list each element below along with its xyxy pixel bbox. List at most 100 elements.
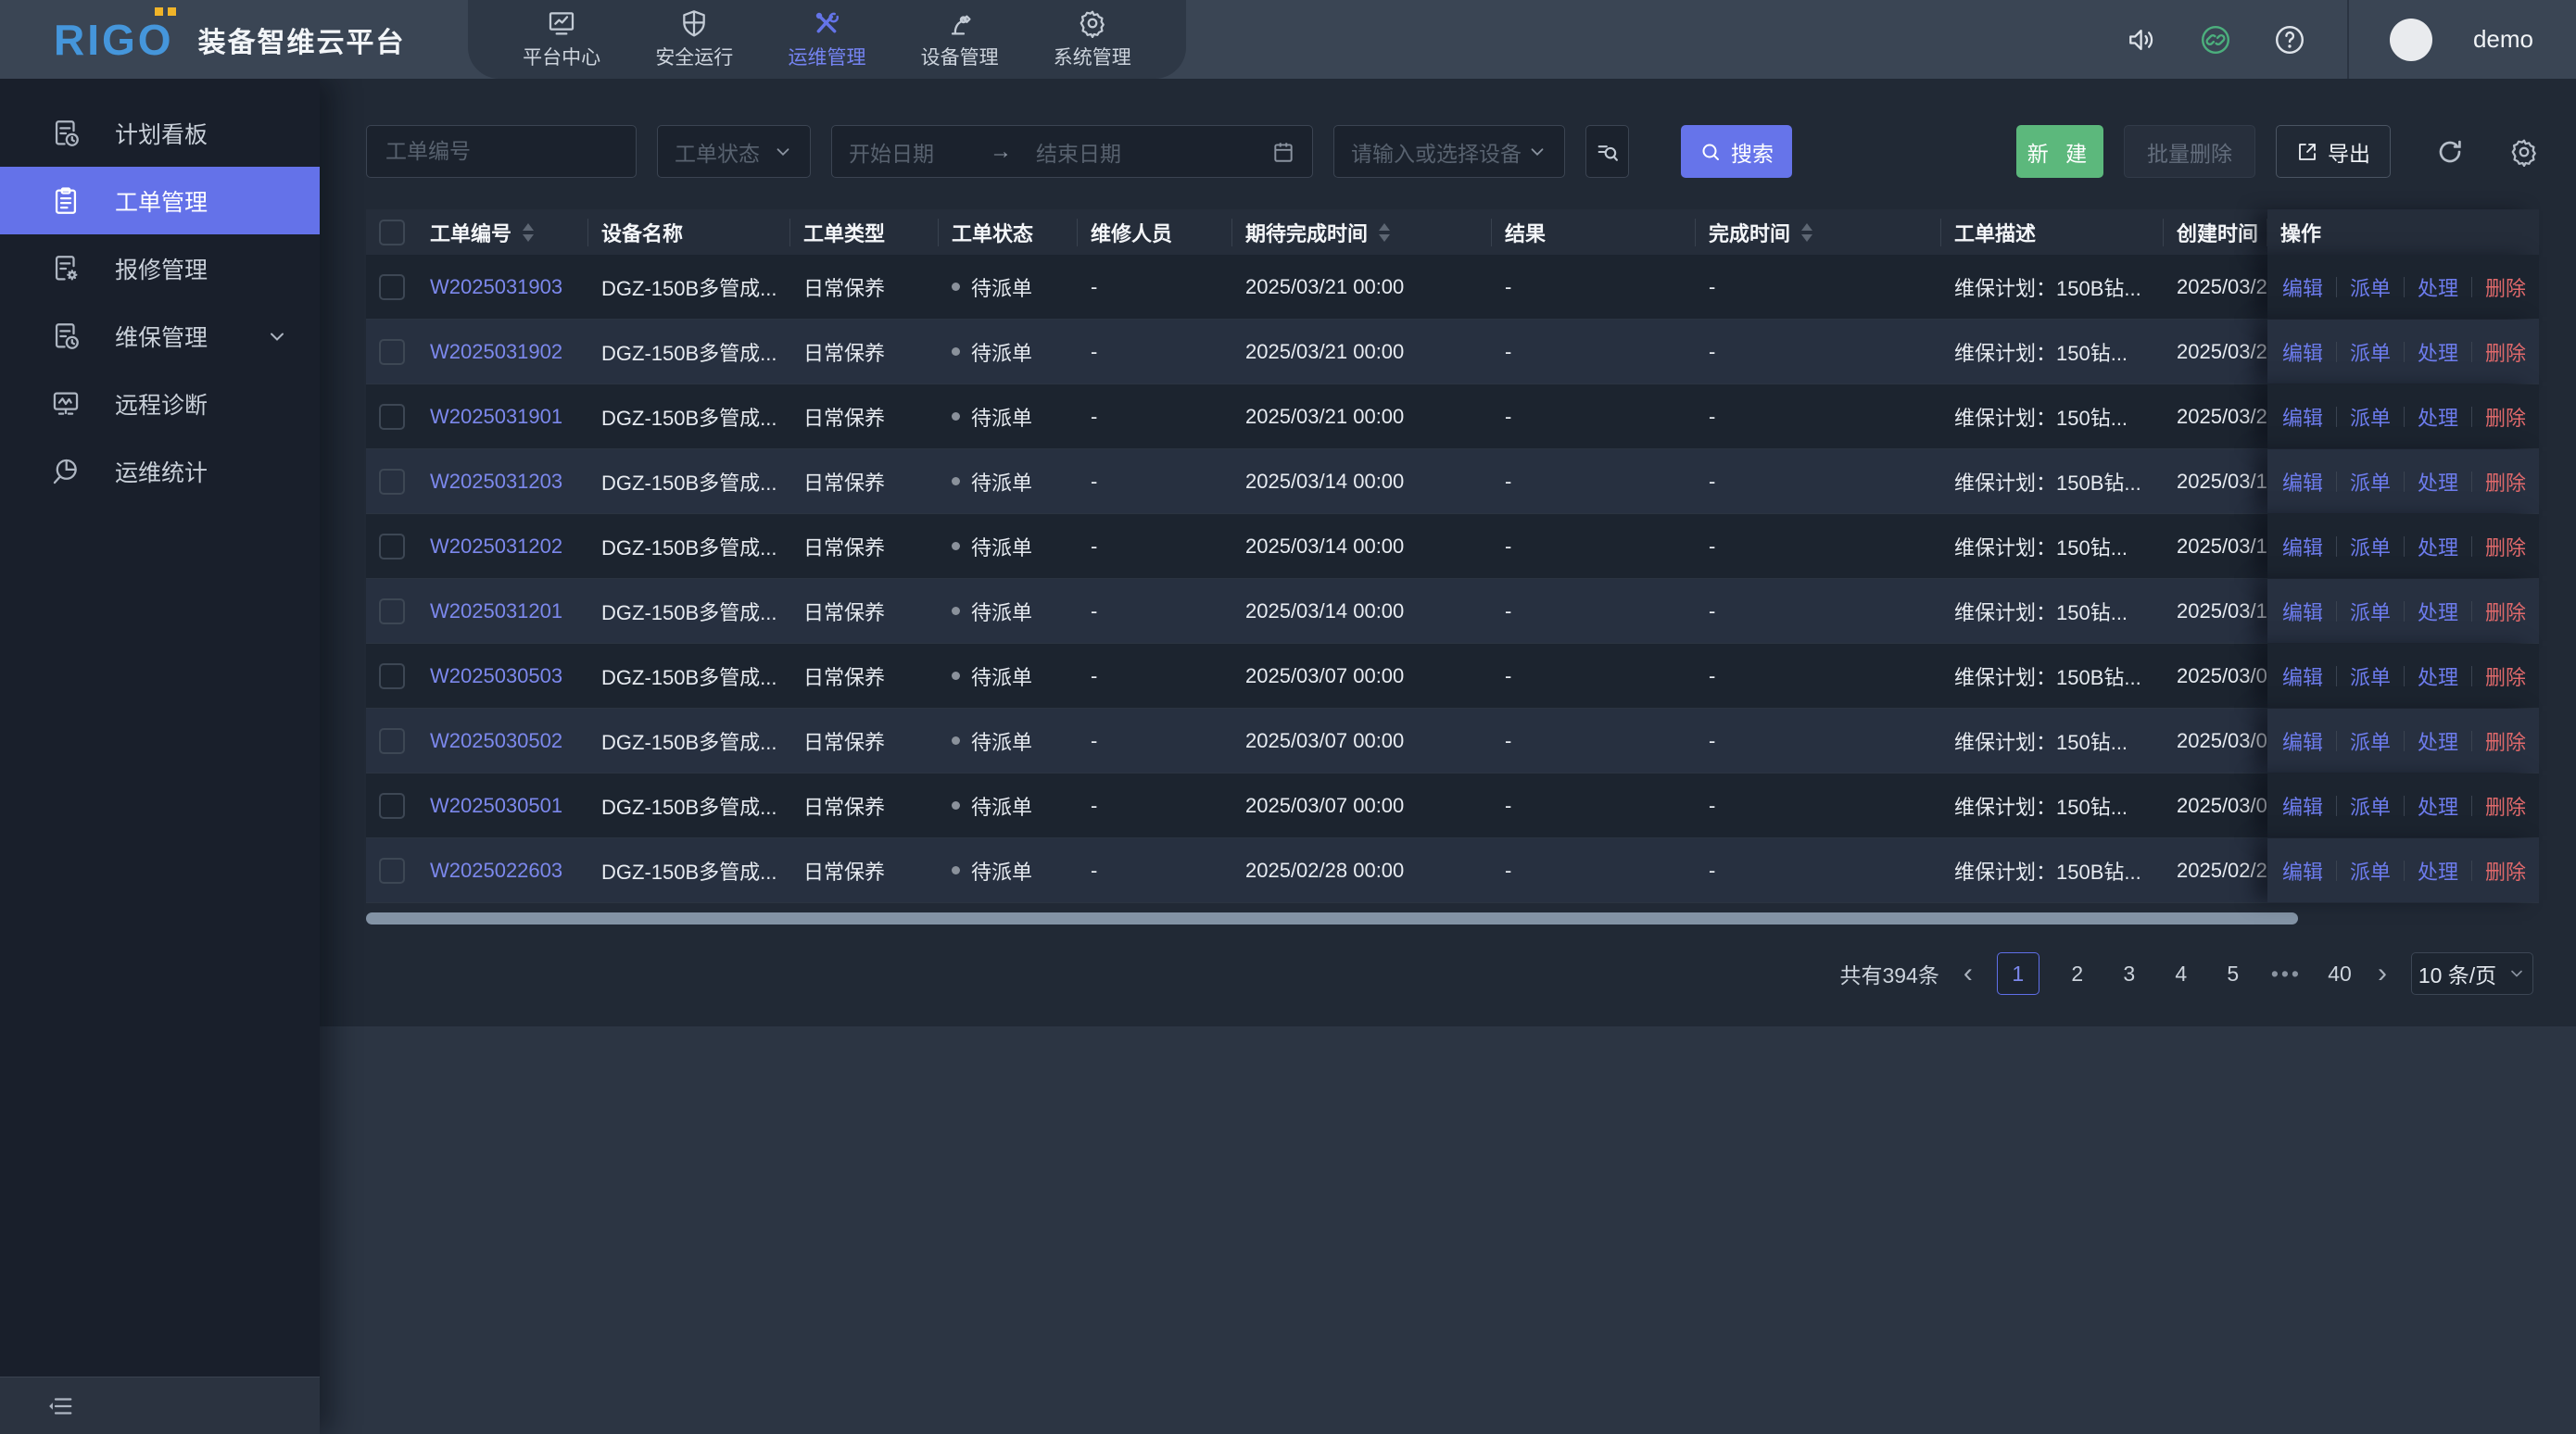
sort-icon[interactable]	[523, 223, 534, 242]
dispatch-link[interactable]: 派单	[2337, 532, 2404, 561]
process-link[interactable]: 处理	[2405, 402, 2471, 432]
sort-icon[interactable]	[1801, 223, 1812, 242]
order-status-select[interactable]: 工单状态	[657, 125, 811, 178]
top-nav-item-2[interactable]: 安全运行	[655, 8, 733, 70]
process-link[interactable]: 处理	[2405, 661, 2471, 691]
delete-link[interactable]: 删除	[2472, 467, 2539, 497]
row-checkbox[interactable]	[379, 858, 405, 884]
device-select[interactable]: 请输入或选择设备	[1333, 125, 1565, 178]
dispatch-link[interactable]: 派单	[2337, 726, 2404, 756]
order-id-link[interactable]: W2025031901	[430, 405, 562, 429]
row-checkbox[interactable]	[379, 534, 405, 560]
edit-link[interactable]: 编辑	[2280, 402, 2336, 432]
dispatch-link[interactable]: 派单	[2337, 467, 2404, 497]
dispatch-link[interactable]: 派单	[2337, 856, 2404, 886]
top-nav-item-1[interactable]: 平台中心	[523, 8, 600, 70]
sidebar-item-6[interactable]: 运维统计	[0, 437, 320, 505]
process-link[interactable]: 处理	[2405, 791, 2471, 821]
column-header[interactable]: 完成时间	[1696, 219, 1941, 246]
page-number-4[interactable]: 4	[2167, 962, 2195, 987]
date-range-picker[interactable]: 开始日期 → 结束日期	[831, 125, 1313, 178]
process-link[interactable]: 处理	[2405, 597, 2471, 626]
row-checkbox[interactable]	[379, 598, 405, 624]
dispatch-link[interactable]: 派单	[2337, 661, 2404, 691]
delete-link[interactable]: 删除	[2472, 337, 2539, 367]
process-link[interactable]: 处理	[2405, 726, 2471, 756]
sidebar-item-2[interactable]: 工单管理	[0, 167, 320, 234]
edit-link[interactable]: 编辑	[2280, 532, 2336, 561]
sort-icon[interactable]	[1379, 223, 1390, 242]
link-status-icon[interactable]	[2199, 23, 2232, 57]
collapse-sidebar-icon[interactable]	[46, 1392, 74, 1420]
top-nav-item-3[interactable]: 运维管理	[788, 8, 865, 70]
row-checkbox[interactable]	[379, 274, 405, 300]
page-size-select[interactable]: 10 条/页	[2411, 952, 2533, 995]
sidebar-item-4[interactable]: 维保管理	[0, 302, 320, 370]
edit-link[interactable]: 编辑	[2280, 661, 2336, 691]
select-all-checkbox[interactable]	[379, 220, 405, 245]
page-number-2[interactable]: 2	[2064, 962, 2091, 987]
sidebar-item-1[interactable]: 计划看板	[0, 99, 320, 167]
next-page-icon[interactable]: ›	[2378, 960, 2387, 987]
device-list-search-button[interactable]	[1585, 125, 1629, 178]
process-link[interactable]: 处理	[2405, 532, 2471, 561]
dispatch-link[interactable]: 派单	[2337, 597, 2404, 626]
order-id-link[interactable]: W2025031903	[430, 275, 562, 299]
dispatch-link[interactable]: 派单	[2337, 791, 2404, 821]
edit-link[interactable]: 编辑	[2280, 467, 2336, 497]
order-id-link[interactable]: W2025031203	[430, 470, 562, 494]
speaker-icon[interactable]	[2127, 24, 2158, 56]
sidebar-item-5[interactable]: 远程诊断	[0, 370, 320, 437]
order-id-link[interactable]: W2025031202	[430, 535, 562, 559]
column-header[interactable]: 工单编号	[417, 219, 588, 246]
edit-link[interactable]: 编辑	[2280, 272, 2336, 302]
top-nav-item-5[interactable]: 系统管理	[1054, 8, 1131, 70]
process-link[interactable]: 处理	[2405, 337, 2471, 367]
edit-link[interactable]: 编辑	[2280, 597, 2336, 626]
delete-link[interactable]: 删除	[2472, 661, 2539, 691]
more-pages-icon[interactable]: •••	[2271, 962, 2302, 987]
create-button[interactable]: 新 建	[2016, 125, 2103, 178]
edit-link[interactable]: 编辑	[2280, 791, 2336, 821]
dispatch-link[interactable]: 派单	[2337, 272, 2404, 302]
process-link[interactable]: 处理	[2405, 856, 2471, 886]
delete-link[interactable]: 删除	[2472, 726, 2539, 756]
column-header[interactable]: 期待完成时间	[1232, 219, 1492, 246]
edit-link[interactable]: 编辑	[2280, 856, 2336, 886]
sidebar-item-3[interactable]: 报修管理	[0, 234, 320, 302]
table-settings-gear-icon[interactable]	[2509, 137, 2539, 167]
delete-link[interactable]: 删除	[2472, 402, 2539, 432]
delete-link[interactable]: 删除	[2472, 272, 2539, 302]
row-checkbox[interactable]	[379, 728, 405, 754]
order-id-link[interactable]: W2025031201	[430, 599, 562, 623]
top-nav-item-4[interactable]: 设备管理	[921, 8, 999, 70]
delete-link[interactable]: 删除	[2472, 532, 2539, 561]
delete-link[interactable]: 删除	[2472, 597, 2539, 626]
order-id-link[interactable]: W2025030502	[430, 729, 562, 753]
help-icon[interactable]	[2273, 23, 2306, 57]
row-checkbox[interactable]	[379, 469, 405, 495]
order-id-link[interactable]: W2025031902	[430, 340, 562, 364]
search-button[interactable]: 搜索	[1681, 125, 1792, 178]
order-no-input[interactable]	[366, 125, 637, 178]
edit-link[interactable]: 编辑	[2280, 726, 2336, 756]
page-number-40[interactable]: 40	[2326, 962, 2354, 987]
order-id-link[interactable]: W2025022603	[430, 859, 562, 883]
user-name[interactable]: demo	[2473, 25, 2533, 54]
row-checkbox[interactable]	[379, 404, 405, 430]
dispatch-link[interactable]: 派单	[2337, 337, 2404, 367]
delete-link[interactable]: 删除	[2472, 791, 2539, 821]
edit-link[interactable]: 编辑	[2280, 337, 2336, 367]
refresh-icon[interactable]	[2435, 137, 2465, 167]
batch-delete-button[interactable]: 批量删除	[2124, 125, 2255, 178]
horizontal-scrollbar-thumb[interactable]	[366, 912, 2298, 925]
row-checkbox[interactable]	[379, 339, 405, 365]
page-number-1[interactable]: 1	[1997, 952, 2039, 995]
process-link[interactable]: 处理	[2405, 467, 2471, 497]
page-number-5[interactable]: 5	[2219, 962, 2247, 987]
process-link[interactable]: 处理	[2405, 272, 2471, 302]
dispatch-link[interactable]: 派单	[2337, 402, 2404, 432]
avatar[interactable]	[2390, 19, 2432, 61]
prev-page-icon[interactable]: ‹	[1964, 960, 1973, 987]
row-checkbox[interactable]	[379, 793, 405, 819]
